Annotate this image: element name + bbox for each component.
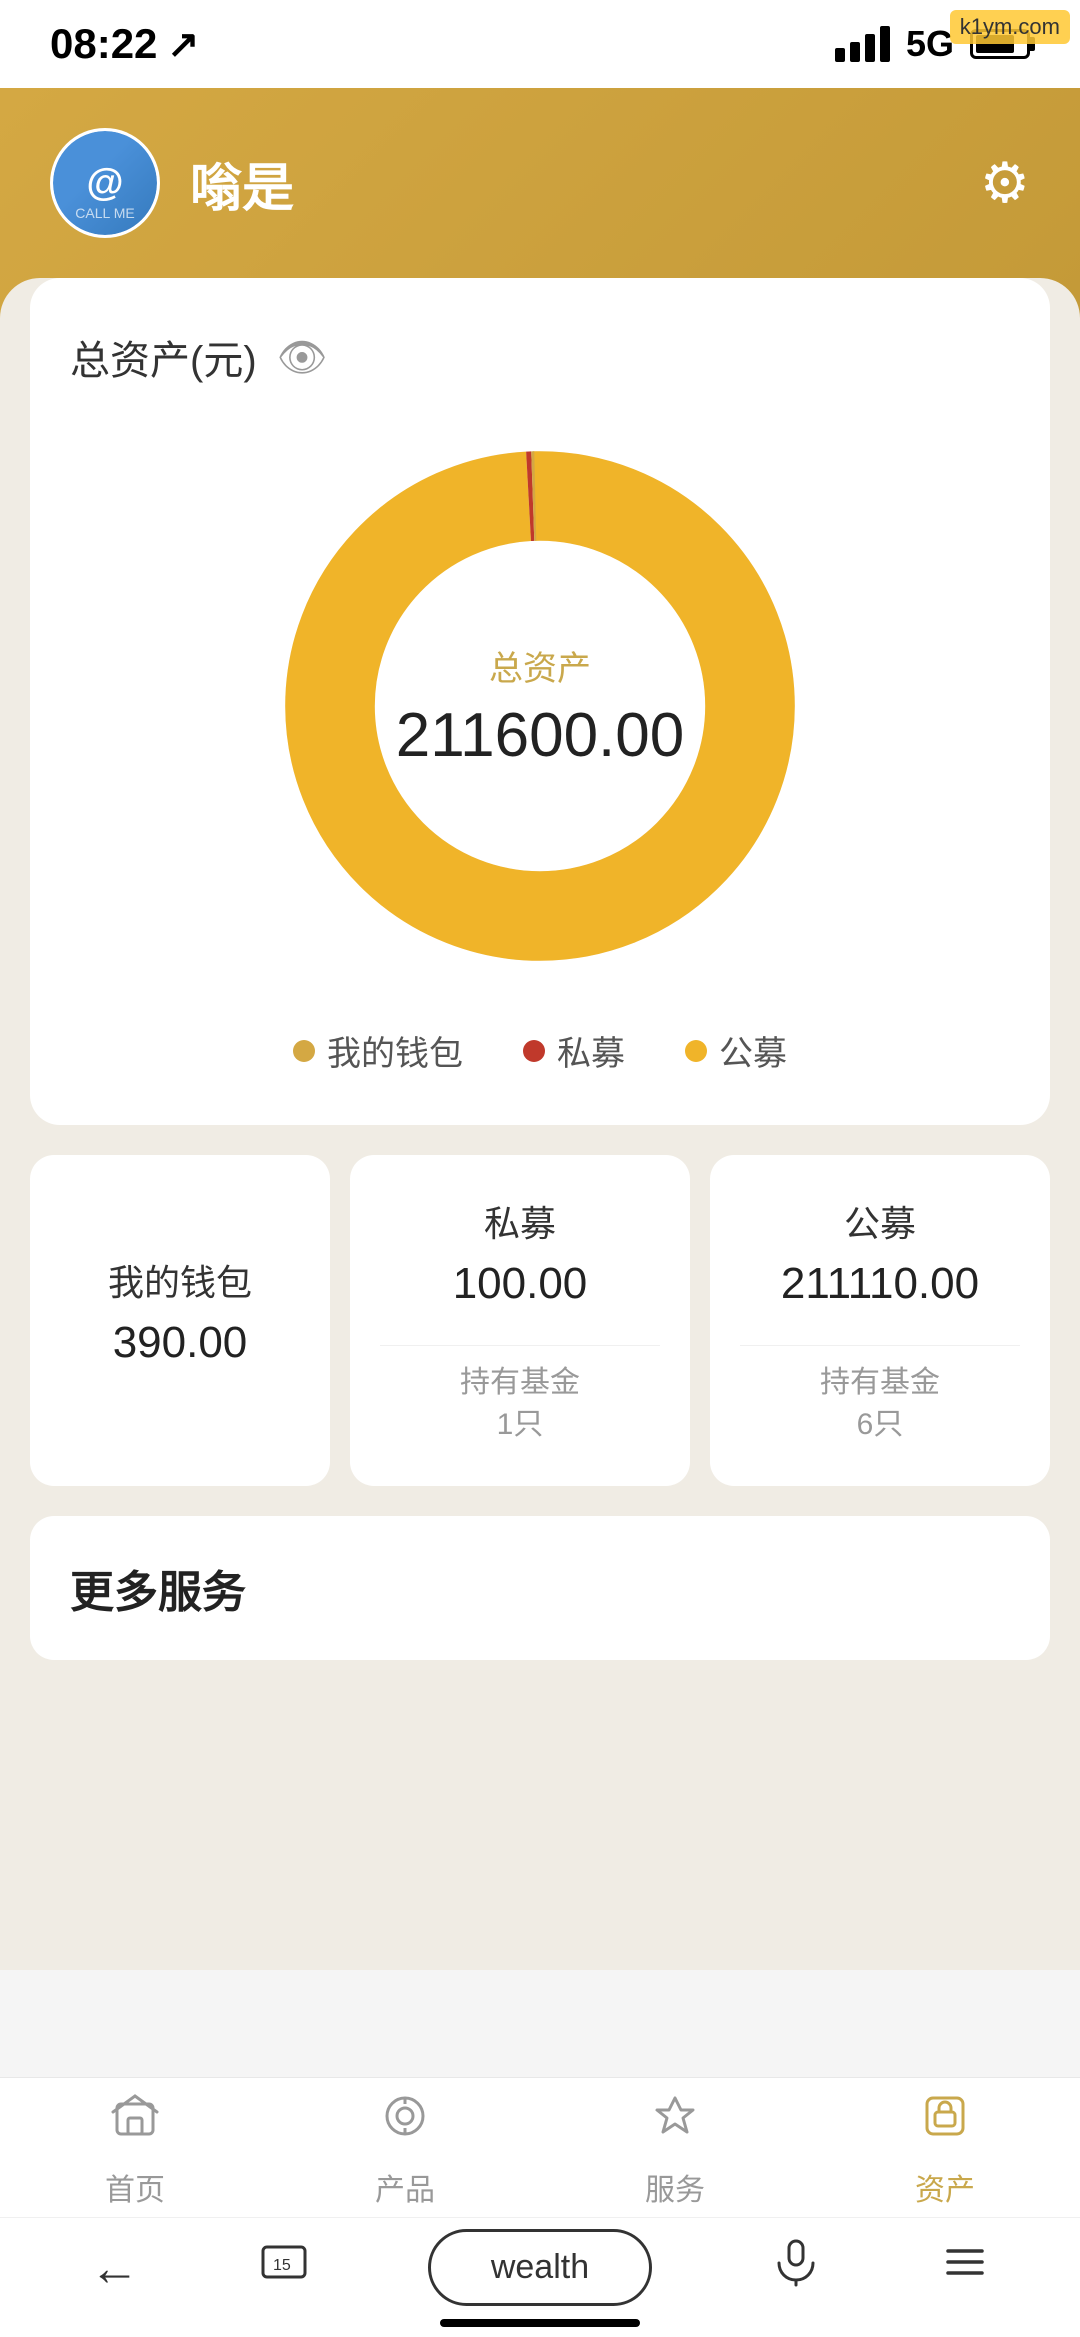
- header-left: @ CALL ME 嗡是: [50, 128, 294, 238]
- nav-label-service: 服务: [645, 2165, 705, 2209]
- asset-title: 总资产(元): [70, 328, 257, 386]
- avatar[interactable]: @ CALL ME: [50, 128, 160, 238]
- screenshot-icon: 15: [259, 2237, 309, 2298]
- signal-icon: [835, 26, 890, 62]
- legend-label-private: 私募: [557, 1026, 625, 1075]
- legend-item-private: 私募: [523, 1026, 625, 1075]
- public-value: 211110.00: [781, 1259, 979, 1309]
- asset-card: 总资产(元) 👁 总资: [30, 278, 1050, 1125]
- menu-icon: [940, 2237, 990, 2299]
- nav-item-service[interactable]: 服务: [645, 2090, 705, 2209]
- public-sub-value: 6只: [857, 1404, 904, 1446]
- wealth-label[interactable]: wealth: [428, 2229, 652, 2306]
- donut-chart-container: 总资产 211600.00: [70, 426, 1010, 986]
- nav-icon-assets: [919, 2090, 971, 2155]
- wallet-card[interactable]: 我的钱包 390.00: [30, 1155, 330, 1486]
- nav-icon-home: [109, 2090, 161, 2155]
- asset-header: 总资产(元) 👁: [70, 328, 1010, 386]
- bottom-nav: 首页 产品 服务 资产: [0, 2077, 1080, 2217]
- nav-item-home[interactable]: 首页: [105, 2090, 165, 2209]
- more-services-title: 更多服务: [70, 1568, 246, 1617]
- home-indicator: [440, 2319, 640, 2327]
- nav-label-home: 首页: [105, 2165, 165, 2209]
- mic-button[interactable]: [771, 2237, 821, 2299]
- private-sub-label: 持有基金: [460, 1362, 580, 1404]
- eye-icon[interactable]: 👁: [277, 334, 328, 381]
- legend-item-public: 公募: [685, 1026, 787, 1075]
- private-value: 100.00: [453, 1259, 588, 1309]
- divider-private: [380, 1345, 660, 1346]
- legend-label-public: 公募: [719, 1026, 787, 1075]
- donut-value: 211600.00: [396, 701, 684, 770]
- wallet-title: 我的钱包: [108, 1254, 252, 1306]
- private-title: 私募: [484, 1195, 556, 1247]
- nav-label-assets: 资产: [915, 2165, 975, 2209]
- divider-public: [740, 1345, 1020, 1346]
- donut-wrapper: 总资产 211600.00: [260, 426, 820, 986]
- status-bar: 08:22 ↗ 5G: [0, 0, 1080, 88]
- public-title: 公募: [844, 1195, 916, 1247]
- status-time: 08:22 ↗: [50, 20, 199, 68]
- wallet-value: 390.00: [113, 1318, 248, 1368]
- nav-icon-products: [379, 2090, 431, 2155]
- nav-item-products[interactable]: 产品: [375, 2090, 435, 2209]
- chart-legend: 我的钱包 私募 公募: [70, 1026, 1010, 1075]
- legend-label-wallet: 我的钱包: [327, 1026, 463, 1075]
- time-text: 08:22: [50, 20, 157, 68]
- screenshot-button[interactable]: 15: [259, 2237, 309, 2298]
- svg-text:15: 15: [273, 2257, 291, 2274]
- main-content: 总资产(元) 👁 总资: [0, 278, 1080, 1970]
- back-button[interactable]: ←: [90, 2239, 140, 2297]
- donut-center: 总资产 211600.00: [396, 641, 684, 771]
- private-sub-value: 1只: [497, 1404, 544, 1446]
- more-services-card: 更多服务: [30, 1516, 1050, 1660]
- legend-item-wallet: 我的钱包: [293, 1026, 463, 1075]
- legend-dot-wallet: [293, 1040, 315, 1062]
- legend-dot-public: [685, 1040, 707, 1062]
- menu-button[interactable]: [940, 2237, 990, 2299]
- donut-label: 总资产: [396, 641, 684, 690]
- username: 嗡是: [190, 146, 294, 221]
- network-label: 5G: [906, 23, 954, 65]
- breakdown-row: 我的钱包 390.00 私募 100.00 持有基金 1只 公募 211110.…: [30, 1155, 1050, 1486]
- navigation-arrow: ↗: [167, 22, 199, 67]
- nav-label-products: 产品: [375, 2165, 435, 2209]
- private-fund-card[interactable]: 私募 100.00 持有基金 1只: [350, 1155, 690, 1486]
- public-fund-card[interactable]: 公募 211110.00 持有基金 6只: [710, 1155, 1050, 1486]
- mic-icon: [771, 2237, 821, 2299]
- watermark: k1ym.com: [950, 10, 1070, 44]
- public-sub-label: 持有基金: [820, 1362, 940, 1404]
- wealth-button[interactable]: wealth: [428, 2229, 652, 2306]
- legend-dot-private: [523, 1040, 545, 1062]
- nav-icon-service: [649, 2090, 701, 2155]
- nav-item-assets[interactable]: 资产: [915, 2090, 975, 2209]
- back-icon: ←: [90, 2239, 140, 2297]
- settings-button[interactable]: ⚙: [980, 150, 1030, 216]
